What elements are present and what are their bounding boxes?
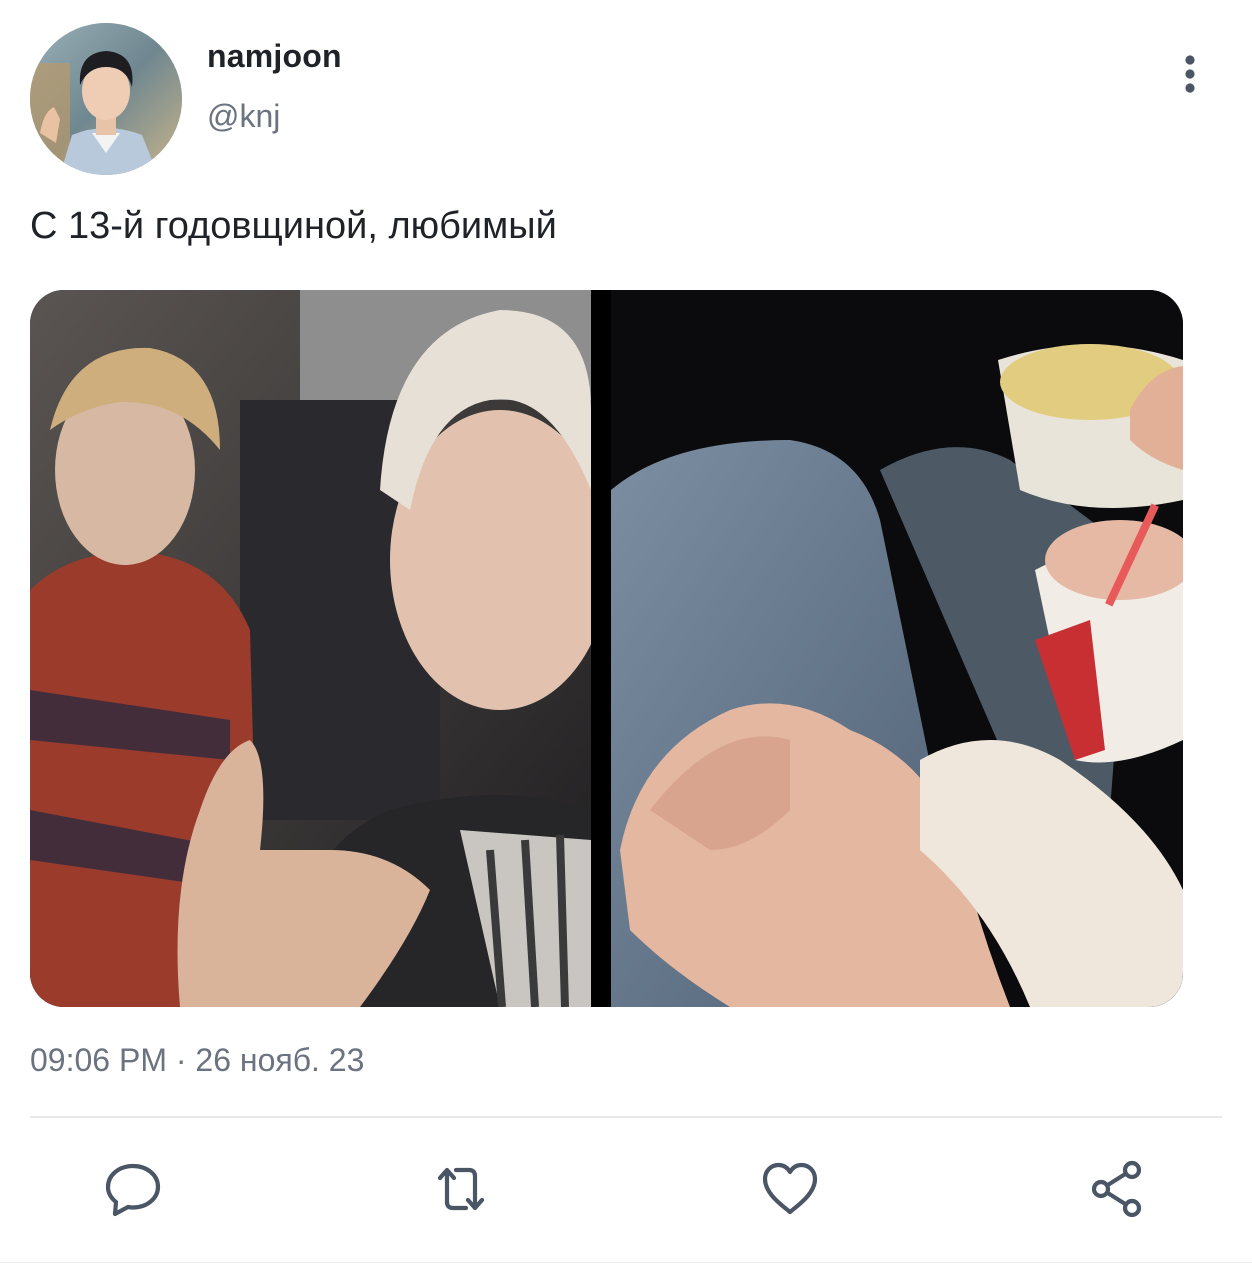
display-name[interactable]: namjoon <box>207 38 342 75</box>
username-handle[interactable]: @knj <box>207 98 280 135</box>
reply-button[interactable] <box>102 1158 164 1220</box>
photo-left <box>30 290 610 1007</box>
divider <box>30 1116 1222 1118</box>
bottom-divider <box>0 1262 1252 1263</box>
more-options-button[interactable] <box>1170 50 1210 98</box>
heart-icon <box>762 1162 818 1215</box>
share-button[interactable] <box>1088 1158 1150 1220</box>
repost-icon <box>437 1167 485 1211</box>
more-vertical-icon <box>1185 55 1195 93</box>
avatar-photo <box>30 23 182 175</box>
comment-icon <box>105 1163 161 1217</box>
share-icon <box>1091 1160 1142 1218</box>
avatar[interactable] <box>30 23 182 175</box>
post-timestamp: 09:06 PM · 26 нояб. 23 <box>30 1042 365 1078</box>
photo-right <box>611 290 1183 1007</box>
post-image <box>30 290 1183 1007</box>
post-text: С 13-й годовщиной, любимый <box>30 205 557 247</box>
repost-button[interactable] <box>430 1158 492 1220</box>
post-media[interactable] <box>30 290 1183 1007</box>
like-button[interactable] <box>759 1158 821 1220</box>
